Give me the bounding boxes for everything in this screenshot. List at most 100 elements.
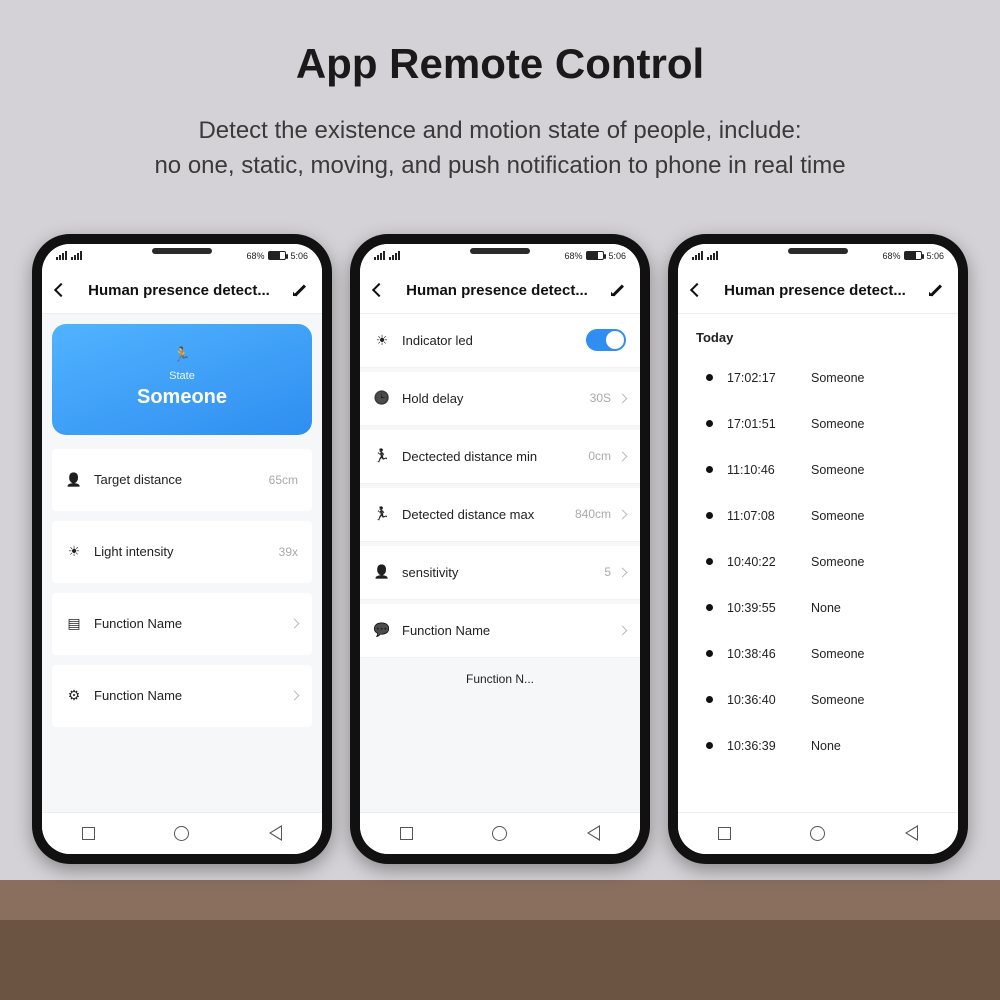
row-value: 39x xyxy=(279,545,298,559)
log-state: Someone xyxy=(811,417,865,431)
setting-row[interactable]: Dectected distance min0cm xyxy=(360,430,640,484)
phones-row: 68%5:06 Human presence detect... State S… xyxy=(0,234,1000,864)
log-item: 10:40:22 Someone xyxy=(706,539,940,585)
row-label: Detected distance max xyxy=(402,507,534,522)
bullet-icon xyxy=(706,374,713,381)
log-time: 11:10:46 xyxy=(727,463,797,477)
back-icon[interactable] xyxy=(54,283,68,297)
row-label: Target distance xyxy=(94,472,182,487)
chevron-right-icon xyxy=(618,509,628,519)
app-bar: Human presence detect... xyxy=(42,268,322,314)
nav-recents-icon[interactable] xyxy=(718,827,731,840)
chevron-right-icon xyxy=(618,625,628,635)
state-value: Someone xyxy=(62,386,302,409)
log-state: Someone xyxy=(811,647,865,661)
nav-home-icon[interactable] xyxy=(492,826,507,841)
back-icon[interactable] xyxy=(690,283,704,297)
clock-icon xyxy=(374,390,390,406)
row-label: Function Name xyxy=(402,623,490,638)
row-label: Indicator led xyxy=(402,333,473,348)
setting-row: Light intensity 39x xyxy=(52,521,312,583)
log-time: 10:39:55 xyxy=(727,601,797,615)
row-value: 30S xyxy=(590,391,611,405)
app-bar: Human presence detect... xyxy=(360,268,640,314)
setting-row[interactable]: Function Name xyxy=(360,604,640,658)
row-value: 0cm xyxy=(588,449,611,463)
log-time: 10:36:39 xyxy=(727,739,797,753)
nav-recents-icon[interactable] xyxy=(400,827,413,840)
run-icon xyxy=(374,448,390,464)
row-label: Light intensity xyxy=(94,544,174,559)
page-title: Human presence detect... xyxy=(724,282,906,299)
log-state: Someone xyxy=(811,509,865,523)
back-icon[interactable] xyxy=(372,283,386,297)
toggle-switch[interactable] xyxy=(586,329,626,351)
android-navbar xyxy=(42,812,322,854)
log-item: 11:07:08 Someone xyxy=(706,493,940,539)
hero-title: App Remote Control xyxy=(0,0,1000,88)
run-icon xyxy=(374,506,390,522)
chevron-right-icon xyxy=(618,451,628,461)
setting-row[interactable]: sensitivity5 xyxy=(360,546,640,600)
bright-icon xyxy=(374,332,390,348)
edit-icon[interactable] xyxy=(292,282,308,298)
phone-speaker xyxy=(470,248,530,254)
bullet-icon xyxy=(706,742,713,749)
nav-back-icon[interactable] xyxy=(905,825,918,841)
log-time: 10:40:22 xyxy=(727,555,797,569)
nav-home-icon[interactable] xyxy=(174,826,189,841)
chevron-right-icon xyxy=(618,393,628,403)
state-card: State Someone xyxy=(52,324,312,435)
bullet-icon xyxy=(706,420,713,427)
log-time: 17:01:51 xyxy=(727,417,797,431)
log-state: Someone xyxy=(811,463,865,477)
bullet-icon xyxy=(706,604,713,611)
phone-speaker xyxy=(788,248,848,254)
bullet-icon xyxy=(706,466,713,473)
setting-row[interactable]: Function Name xyxy=(52,665,312,727)
android-navbar xyxy=(360,812,640,854)
page-title: Human presence detect... xyxy=(88,282,270,299)
nav-back-icon[interactable] xyxy=(587,825,600,841)
setting-row[interactable]: Hold delay 30S xyxy=(360,372,640,426)
bullet-icon xyxy=(706,558,713,565)
setting-row[interactable]: Indicator led xyxy=(360,314,640,368)
log-item: 10:39:55None xyxy=(706,585,940,631)
hero-subtitle: Detect the existence and motion state of… xyxy=(0,114,1000,184)
row-label: Hold delay xyxy=(402,391,463,406)
phone-log: 68%5:06 Human presence detect... Today 1… xyxy=(668,234,968,864)
row-value: 840cm xyxy=(575,507,611,521)
log-state: None xyxy=(811,739,841,753)
nav-home-icon[interactable] xyxy=(810,826,825,841)
log-item: 17:01:51 Someone xyxy=(706,401,940,447)
chevron-right-icon xyxy=(290,619,300,629)
setting-row[interactable]: Detected distance max 840cm xyxy=(360,488,640,542)
row-label: sensitivity xyxy=(402,565,458,580)
log-time: 11:07:08 xyxy=(727,509,797,523)
edit-icon[interactable] xyxy=(928,282,944,298)
nav-back-icon[interactable] xyxy=(269,825,282,841)
bright-icon xyxy=(66,544,82,560)
log-time: 10:36:40 xyxy=(727,693,797,707)
nav-recents-icon[interactable] xyxy=(82,827,95,840)
running-icon xyxy=(62,346,302,364)
log-time: 17:02:17 xyxy=(727,371,797,385)
list-icon xyxy=(66,616,82,632)
log-item: 10:38:46 Someone xyxy=(706,631,940,677)
log-time: 10:38:46 xyxy=(727,647,797,661)
person-icon xyxy=(374,564,390,580)
chevron-right-icon xyxy=(290,691,300,701)
log-item: 10:36:40Someone xyxy=(706,677,940,723)
phone-settings: 68%5:06 Human presence detect... Indicat… xyxy=(350,234,650,864)
bullet-icon xyxy=(706,512,713,519)
setting-row[interactable]: Function Name xyxy=(52,593,312,655)
log-state: Someone xyxy=(811,371,865,385)
page-title: Human presence detect... xyxy=(406,282,588,299)
bullet-icon xyxy=(706,696,713,703)
edit-icon[interactable] xyxy=(610,282,626,298)
row-label: Function Name xyxy=(94,616,182,631)
phone-state: 68%5:06 Human presence detect... State S… xyxy=(32,234,332,864)
row-label: Function Name xyxy=(94,688,182,703)
bullet-icon xyxy=(706,650,713,657)
log-state: Someone xyxy=(811,555,865,569)
